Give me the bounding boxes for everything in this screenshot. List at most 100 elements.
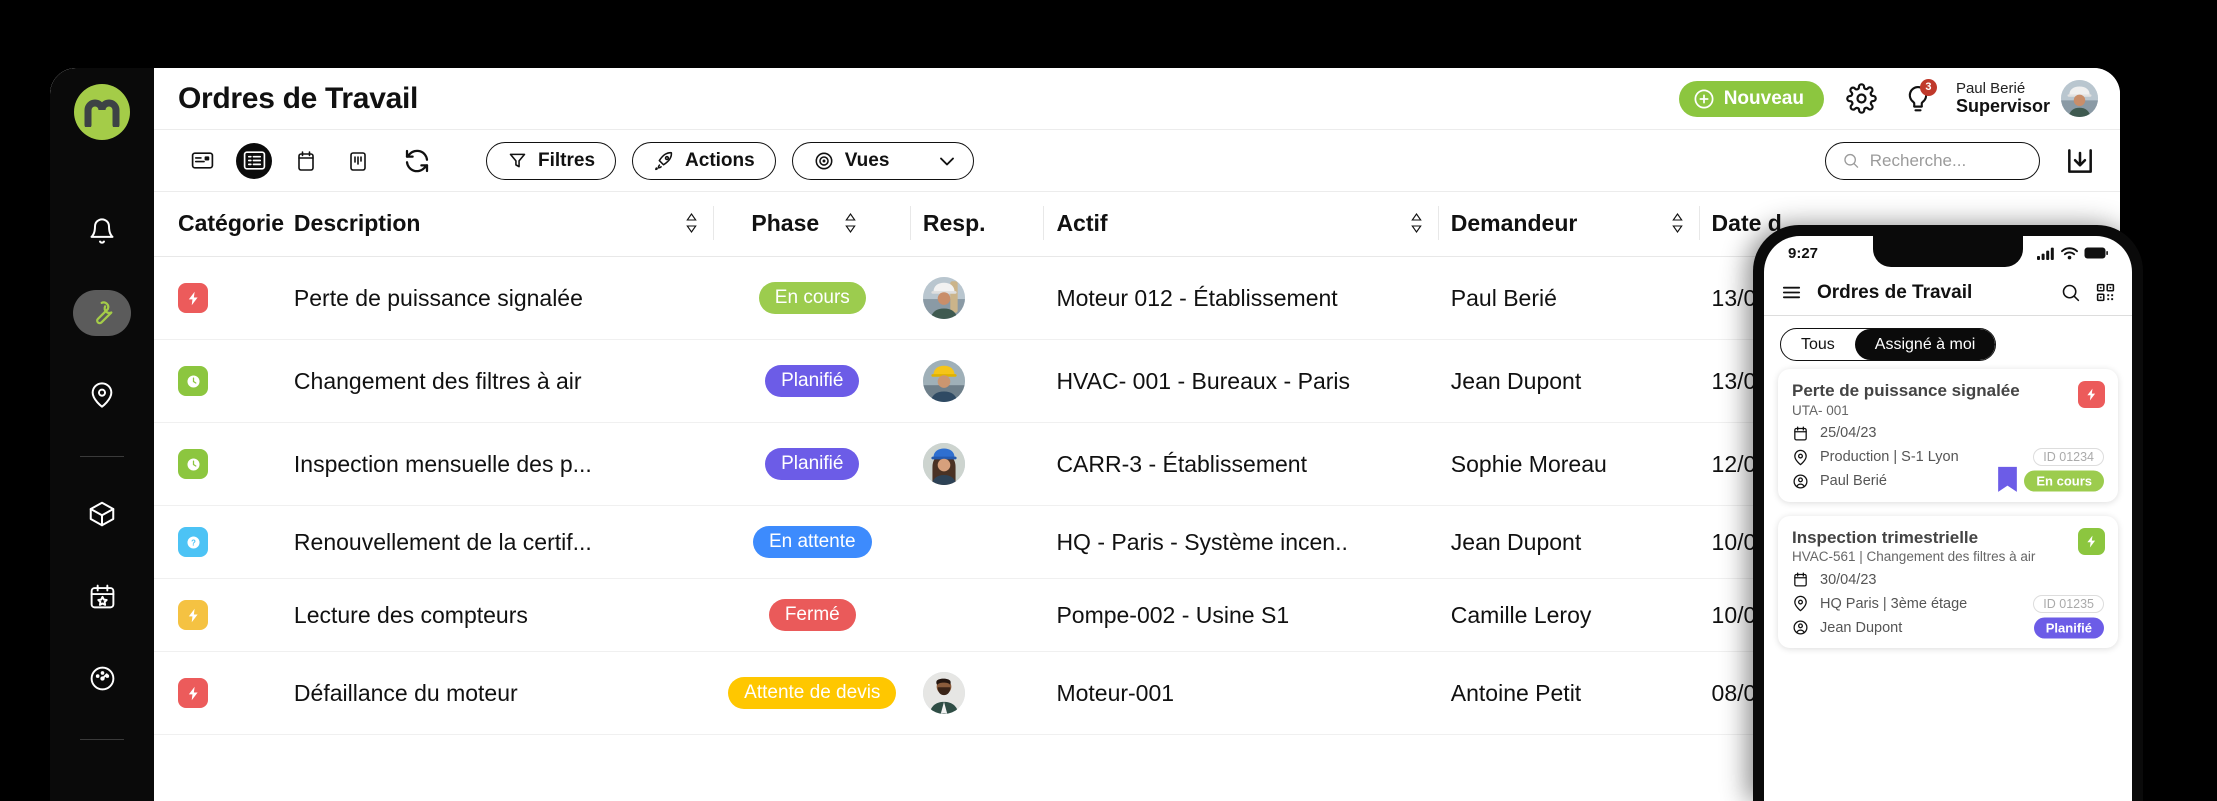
cell-description[interactable]: Inspection mensuelle des p... [293,422,714,506]
avatar[interactable] [922,277,965,319]
avatar[interactable] [922,360,965,402]
phone-tab-assigne-a-moi[interactable]: Assigné à moi [1854,329,1996,360]
calendar-view-icon [298,150,314,171]
view-list-button[interactable] [236,142,272,179]
column-label-actif: Actif [1056,209,1108,236]
column-label-demandeur: Demandeur [1450,209,1578,236]
table-row[interactable]: ? Renouvellement de la certif... En attent… [154,505,1954,579]
help-button[interactable]: 3 [1900,78,1937,117]
cell-categorie [154,339,294,423]
cell-phase: Fermé [713,578,911,652]
cell-description[interactable]: Défaillance du moteur [293,651,714,735]
work-orders-table: Catégorie Description Phase Resp. Actif … [154,192,1954,735]
sort-icon[interactable] [1409,212,1424,234]
sidebar-item-notifications[interactable] [73,208,131,254]
sidebar-item-inventory[interactable] [73,491,131,537]
refresh-icon [405,149,429,172]
hamburger-icon[interactable] [1780,281,1803,304]
phone-header-actions [2060,282,2116,303]
cell-demandeur: Jean Dupont [1438,505,1700,579]
sort-icon[interactable] [1670,212,1685,234]
cell-phase: Attente de devis [713,651,911,735]
sidebar-item-dashboard[interactable] [73,655,131,701]
category-badge [178,678,208,708]
phone-title: Ordres de Travail [1817,281,1973,303]
status-indicators [2037,246,2108,260]
status-badge: Attente de devis [728,677,897,709]
row-demandeur: Camille Leroy [1450,601,1592,628]
row-actif: HQ - Paris - Système incen.. [1056,528,1348,555]
sort-icon[interactable] [684,212,699,234]
settings-button[interactable] [1844,81,1880,117]
category-badge: ? [178,527,208,557]
table-row[interactable]: Inspection mensuelle des p... Planifié CAR… [154,422,1954,506]
cell-categorie [154,578,294,652]
status-badge-label: Planifié [2045,620,2092,636]
category-badge [2078,381,2105,408]
row-description: Renouvellement de la certif... [293,528,592,555]
avatar[interactable] [922,672,965,714]
bolt-icon [2087,388,2096,401]
row-description: Changement des filtres à air [293,367,582,394]
cell-description[interactable]: Renouvellement de la certif... [293,505,714,579]
status-time: 9:27 [1788,244,1819,262]
user-menu[interactable]: Paul Berié Supervisor [1956,80,2098,117]
search-icon[interactable] [2060,282,2081,303]
table-row[interactable]: Perte de puissance signalée En cours Moteu… [154,256,1954,340]
actions-label: Actions [685,149,755,171]
sidebar-item-planning[interactable] [73,573,131,619]
view-kanban-button[interactable] [340,143,376,179]
filters-button[interactable]: Filtres [486,141,617,180]
column-header-categorie[interactable]: Catégorie [154,192,294,257]
search-input[interactable] [1869,150,2023,171]
column-header-resp[interactable]: Resp. [910,192,1045,257]
topbar-right: Nouveau 3 Paul Berié Supervisor [1678,78,2098,117]
sort-icon[interactable] [843,212,858,234]
status-badge: Planifié [2033,617,2104,639]
actions-button[interactable]: Actions [632,141,776,180]
qr-code-icon[interactable] [2095,282,2116,303]
status-badge: En attente [752,526,872,558]
status-badge-label: Planifié [781,453,844,474]
cell-categorie: ? [154,505,294,579]
vues-button[interactable]: Vues [791,141,975,180]
avatar[interactable] [922,443,965,485]
phone-tab-tous[interactable]: Tous [1781,329,1855,360]
cell-description[interactable]: Perte de puissance signalée [293,256,714,340]
app-logo[interactable] [74,84,130,140]
refresh-button[interactable] [398,142,436,180]
column-header-description[interactable]: Description [293,192,714,257]
phone-work-order-card[interactable]: Inspection trimestrielle HVAC-561 | Chang… [1778,515,2118,649]
bookmark-icon[interactable] [1997,466,2018,493]
avatar[interactable] [2061,80,2098,117]
column-header-actif[interactable]: Actif [1044,192,1439,257]
table-row[interactable]: Changement des filtres à air Planifié HVAC… [154,339,1954,423]
table-row[interactable]: Défaillance du moteur Attente de devis Mot… [154,651,1954,735]
card-assignee-row: Paul Berié En cours [1792,466,2104,492]
bell-icon [90,218,114,244]
column-header-demandeur[interactable]: Demandeur [1438,192,1700,257]
view-card-button[interactable] [184,143,220,179]
clock-icon [186,457,200,471]
column-header-phase[interactable]: Phase [713,192,911,257]
cell-description[interactable]: Changement des filtres à air [293,339,714,423]
view-calendar-button[interactable] [288,143,324,179]
sidebar-item-locations[interactable] [73,372,131,418]
sidebar-item-work-orders[interactable] [73,290,131,336]
new-button[interactable]: Nouveau [1678,80,1824,117]
category-badge [178,449,208,479]
user-text: Paul Berié Supervisor [1956,80,2050,117]
export-button[interactable] [2062,143,2098,179]
table-row[interactable]: Lecture des compteurs Fermé Pompe-002 - Us… [154,578,1954,652]
column-label-description: Description [293,209,421,236]
phone-work-order-card[interactable]: Perte de puissance signalée UTA- 001 25/04… [1778,369,2118,502]
table-header-row: Catégorie Description Phase Resp. Actif … [154,192,1954,257]
eye-circle-icon [815,152,833,169]
search-box[interactable] [1825,141,2040,180]
cell-description[interactable]: Lecture des compteurs [293,578,714,652]
cell-demandeur: Jean Dupont [1438,339,1700,423]
column-label-resp: Resp. [922,209,986,236]
row-description: Perte de puissance signalée [293,284,583,311]
avatar-image [922,277,965,319]
new-button-label: Nouveau [1723,87,1804,109]
